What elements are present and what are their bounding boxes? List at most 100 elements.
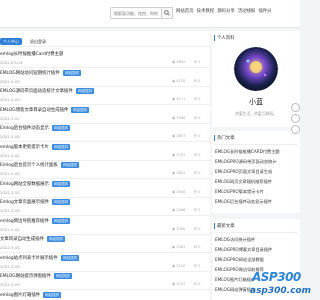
tab-logout[interactable]: 退出登录 (27, 38, 49, 45)
post-views: ◉ 4111 (172, 97, 186, 101)
divider (215, 144, 297, 145)
post-title[interactable]: EMLOG网站提示弹窗插件 (0, 273, 51, 279)
tab-personal-center[interactable]: 个人中心 (0, 38, 22, 45)
post-comments: ✉ 0 (194, 171, 201, 175)
post-tag[interactable]: 网站插件 (52, 180, 71, 187)
post-title[interactable]: Emlog后台插件动态显示 (0, 125, 49, 131)
post-date: 2022-3-02 (0, 226, 20, 232)
post-title[interactable]: Emlog网站全部数据展示 (0, 181, 49, 187)
nav-item[interactable]: 网站首页 (176, 8, 194, 14)
post-title[interactable]: EMLOG网站访问短期统计插件 (0, 70, 60, 76)
post-row[interactable]: Emlog后台首页个人统计面板 网站插件 2022-3-05 ◉ 3602 ✉ 0 (0, 159, 210, 179)
post-row[interactable]: emlog长时候推播Card付费主题 2022-03-04 ◉ 4642 ✉ 1 (0, 48, 210, 68)
post-tag[interactable]: 网站插件 (52, 217, 71, 224)
top-icon[interactable] (291, 125, 300, 134)
sidebar-profile: 个人资料 小蓝 热爱生活，热爱互联网。 (212, 31, 300, 127)
search-box[interactable] (110, 7, 162, 19)
search-input[interactable] (111, 8, 161, 18)
nav-item[interactable]: 活动线报 (238, 8, 256, 14)
nav-item[interactable]: 源码分享 (217, 8, 235, 14)
search-icon (164, 10, 170, 16)
nav-item[interactable]: 插件分 (258, 8, 271, 14)
post-title[interactable]: EMLOG博客文章目录自动生成插件 (0, 107, 68, 113)
post-comments: ✉ 0 (194, 78, 201, 83)
post-row[interactable]: EMLOG网站访问短期统计插件 网站插件 2022-3-05 ◉ 4135 ✉ 0 (0, 67, 210, 87)
post-views: ◉ 3446 (172, 208, 186, 212)
post-row[interactable]: emlog侧边导航推荐插件 网站插件 2022-3-02 ◉ 3390 ✉ 0 (0, 215, 210, 235)
profile-title: 个人资料 (217, 36, 235, 41)
post-row[interactable]: 文章目录自动生成插件 网站插件 2022-3-05 ◉ 3281 ✉ 0 (0, 233, 210, 253)
post-comments: ✉ 0 (194, 226, 201, 231)
watermark-logo: ASP300 asp300.com (248, 270, 311, 300)
post-row[interactable]: EMLOG源码带页面动态统计文章插件 网站插件 2022-3-05 ◉ 4111 ✉ 0 (0, 85, 210, 105)
post-tag[interactable]: 网站插件 (43, 291, 62, 298)
post-title[interactable]: emlog站点列表卡片展示插件 (0, 255, 58, 261)
post-views: ◉ 4135 (172, 78, 186, 83)
post-title[interactable]: emlog图片灯箱插件 (0, 292, 40, 298)
share-icon[interactable] (291, 103, 300, 112)
post-views: ◉ 3147 (172, 282, 186, 286)
post-row[interactable]: EMLOG博客文章目录自动生成插件 网站插件 2022-3-02 ◉ 3986 ✉ 0 (0, 104, 210, 124)
post-tag[interactable]: 网站插件 (63, 69, 82, 76)
post-title[interactable]: Emlog后台首页个人统计面板 (0, 162, 58, 168)
latest-item[interactable]: EMLOG访问统计插件 (215, 237, 298, 247)
divider (215, 232, 297, 233)
post-row[interactable]: Emlog后台插件动态显示 网站插件 2022-3-05 ◉ 3857 ✉ 0 (0, 122, 210, 142)
hot-item[interactable]: EMLOGPRO页面文章目录生成 (215, 169, 298, 179)
post-views: ◉ 3281 (172, 245, 186, 249)
post-tag[interactable]: 网站插件 (61, 162, 80, 168)
post-row[interactable]: emlog图片灯箱插件网站插件2022-3-05◉ 3088✉ 0 (0, 289, 210, 300)
main-column: 个人中心 退出登录 emlog长时候推播Card付费主题 2022-03-04 ◉ … (0, 31, 210, 300)
post-tag[interactable]: 网站插件 (52, 199, 71, 205)
post-row[interactable]: emlog版本更新提示卡片 网站插件 2022-3-02 ◉ 3725 ✉ 0 (0, 141, 210, 161)
post-row[interactable]: Emlog文章页面展示插件 网站插件 2022-3-05 ◉ 3446 ✉ 0 (0, 196, 210, 216)
post-date: 2022-3-02 (0, 152, 20, 158)
post-views: ◉ 3210 (172, 263, 186, 268)
post-comments: ✉ 0 (194, 134, 201, 138)
post-date: 2022-3-05 (0, 97, 20, 102)
search-button[interactable] (162, 7, 173, 19)
hot-item[interactable]: EMLOG网页文章随机推荐插件 (215, 179, 298, 189)
nav-item[interactable]: 技术教程 (197, 8, 215, 14)
post-tag[interactable]: 网站插件 (71, 106, 90, 113)
hot-item[interactable]: EMLOG后台插件动态显示插件 (215, 199, 298, 209)
post-tag[interactable]: 网站插件 (61, 254, 80, 261)
watermark-bottom: asp300.com (250, 286, 311, 296)
post-row[interactable]: EMLOG网站提示弹窗插件 网站插件 2022-3-05 ◉ 3147 ✉ 0 (0, 270, 210, 290)
post-views: ◉ 4642 (172, 60, 186, 64)
post-tag[interactable]: 网站插件 (52, 125, 71, 131)
post-date: 2022-3-05 (0, 134, 20, 139)
post-comments: ✉ 1 (194, 60, 201, 64)
post-title[interactable]: emlog长时候推播Card付费主题 (0, 51, 63, 57)
post-tag[interactable]: 网站插件 (47, 236, 66, 242)
hot-item[interactable]: EMLOGPRO源码带页面动态统计 (215, 159, 298, 169)
post-title[interactable]: emlog版本更新提示卡片 (0, 144, 49, 150)
top-header: 网站首页 技术教程 源码分享 活动线报 插件分 (0, 0, 300, 28)
hot-item[interactable]: EMLOGPRO版本提示卡片 (215, 189, 298, 199)
post-date: 2022-3-05 (0, 208, 20, 213)
hot-item[interactable]: EMLOG长时候推播CARD付费主题 (215, 149, 298, 159)
post-date: 2022-3-05 (0, 245, 20, 250)
post-row[interactable]: Emlog网站全部数据展示 网站插件 2022-3-05 ◉ 3508 ✉ 0 (0, 178, 210, 198)
post-tag[interactable]: 网站插件 (76, 88, 95, 94)
latest-item[interactable]: EMLOGPRO网站全部数据 (215, 257, 298, 267)
floating-tools (291, 103, 300, 136)
post-views: ◉ 3602 (172, 171, 186, 175)
post-title[interactable]: Emlog文章页面展示插件 (0, 199, 49, 205)
post-views: ◉ 3390 (172, 226, 186, 231)
post-date: 2022-3-05 (0, 263, 20, 269)
post-date: 2022-3-05 (0, 171, 20, 176)
avatar (234, 47, 278, 91)
post-comments: ✉ 0 (194, 263, 201, 268)
post-tag[interactable]: 网站插件 (54, 273, 73, 279)
post-title[interactable]: EMLOG源码带页面动态统计文章插件 (0, 88, 73, 94)
post-views: ◉ 3986 (172, 115, 186, 120)
post-comments: ✉ 0 (194, 245, 201, 249)
latest-item[interactable]: EMLOGPRO博客文章目录插件 (215, 247, 298, 257)
post-tag[interactable]: 网站插件 (52, 143, 71, 150)
post-comments: ✉ 0 (194, 208, 201, 212)
post-title[interactable]: emlog侧边导航推荐插件 (0, 218, 49, 224)
qrcode-icon[interactable] (291, 114, 300, 123)
post-title[interactable]: 文章目录自动生成插件 (0, 236, 44, 242)
post-row[interactable]: emlog站点列表卡片展示插件 网站插件 2022-3-05 ◉ 3210 ✉ 0 (0, 252, 210, 272)
